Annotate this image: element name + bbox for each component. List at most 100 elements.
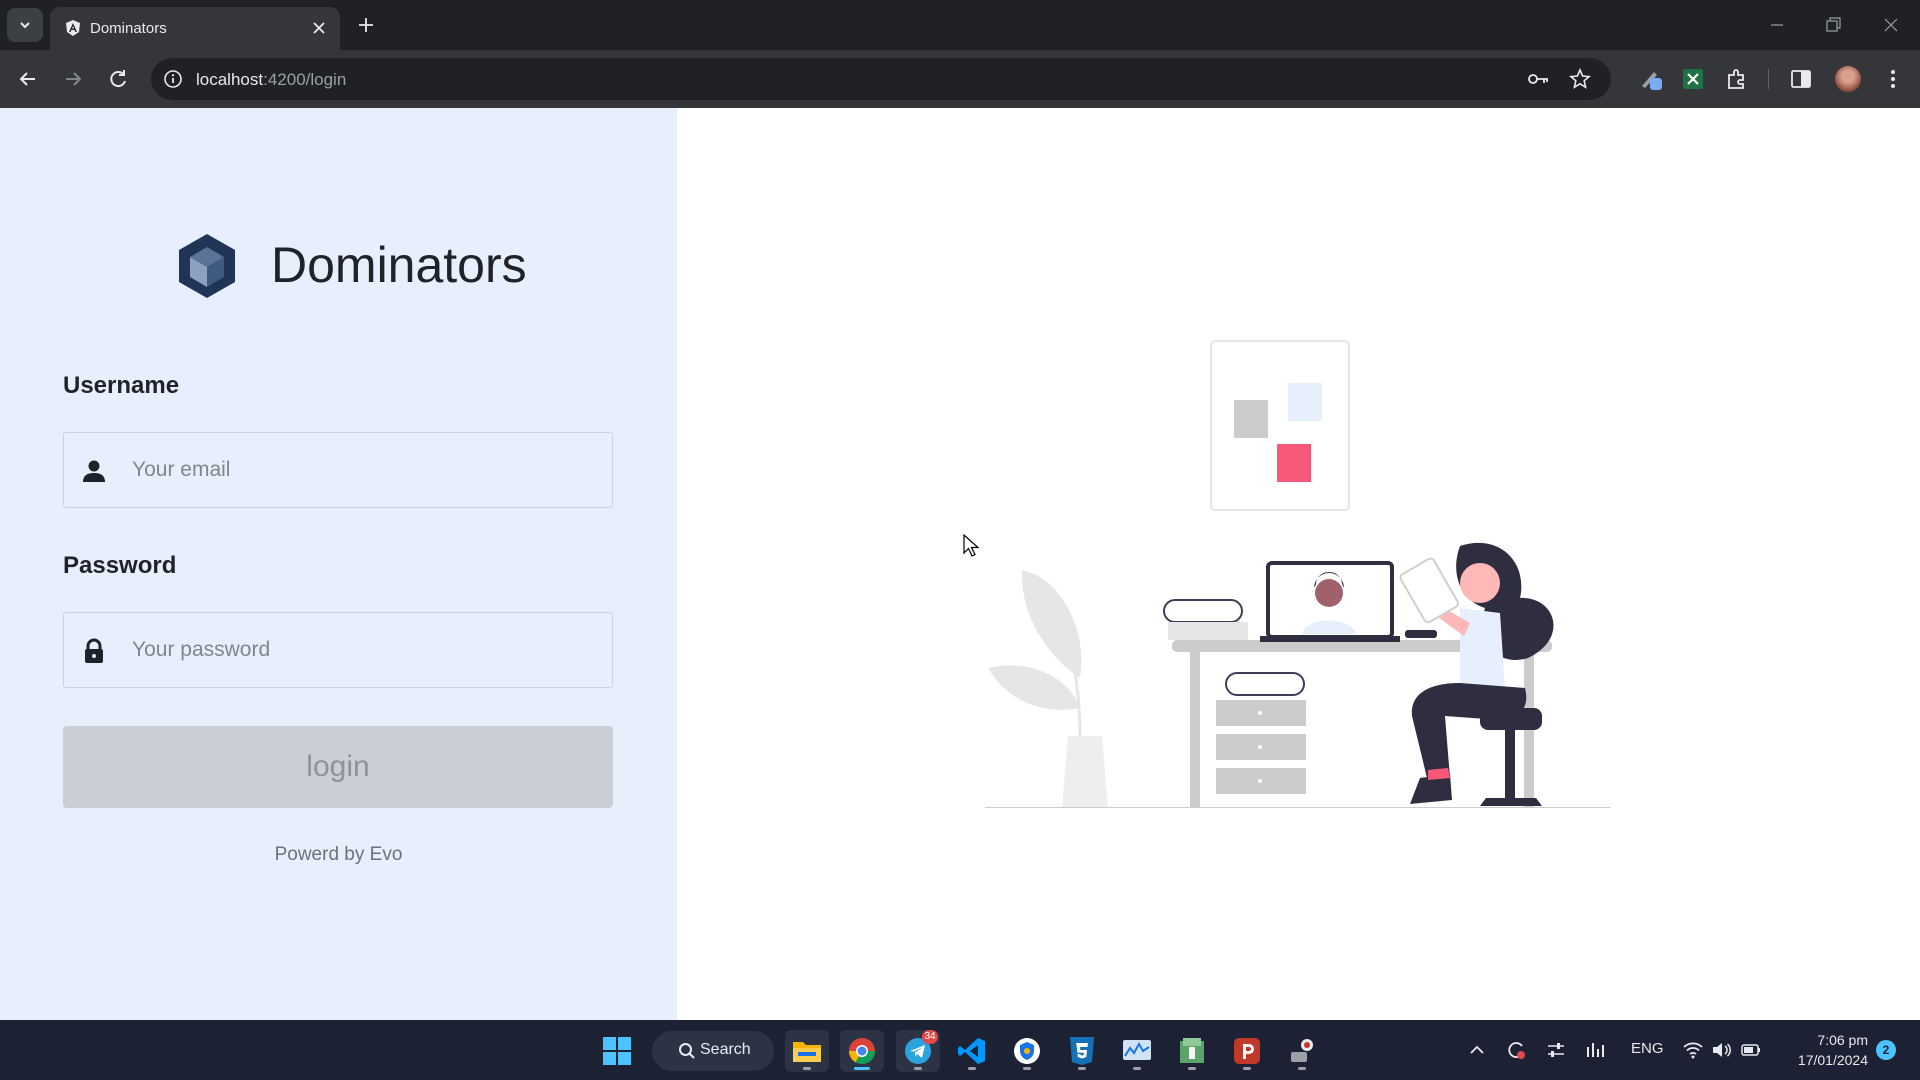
sync-alert-icon[interactable] (1505, 1039, 1527, 1061)
plant-leaf (988, 665, 1080, 710)
clock-time: 7:06 pm (1817, 1032, 1868, 1048)
side-panel-icon[interactable] (1788, 66, 1814, 92)
user-icon (83, 460, 105, 482)
laptop-base (1260, 636, 1400, 642)
running-indicator (1078, 1067, 1086, 1070)
close-tab-icon[interactable] (310, 19, 328, 37)
page-content: Dominators Username Password login Power… (0, 108, 1920, 1020)
tab-title: Dominators (90, 20, 167, 37)
shield-app-icon (1014, 1038, 1040, 1064)
angular-favicon-icon (66, 20, 80, 36)
browser-toolbar: localhost:4200/login (0, 50, 1920, 108)
woman-sock (1428, 768, 1450, 780)
running-indicator (1298, 1067, 1306, 1070)
username-field[interactable] (63, 432, 613, 508)
email-input[interactable] (132, 433, 602, 507)
taskbar-app-monitor[interactable] (1115, 1030, 1159, 1072)
address-bar[interactable]: localhost:4200/login (151, 58, 1611, 100)
desk-leg (1190, 652, 1200, 808)
woman-torso (1460, 608, 1505, 688)
site-info-icon[interactable] (163, 69, 183, 89)
chevron-down-icon (20, 22, 30, 29)
stool-seat (1480, 708, 1542, 730)
active-indicator (854, 1067, 870, 1070)
password-field[interactable] (63, 612, 613, 688)
show-hidden-icons-chevron-up-icon[interactable] (1466, 1039, 1488, 1061)
extension-pen-icon[interactable] (1638, 66, 1664, 92)
book (1168, 622, 1248, 640)
hexagon-logo-icon (179, 234, 235, 298)
new-tab-icon[interactable] (354, 13, 378, 37)
frame-square-light (1288, 383, 1322, 421)
folder-icon (793, 1042, 821, 1062)
minimize-icon[interactable] (1766, 14, 1788, 36)
drawer-knob (1258, 711, 1262, 715)
windows-taskbar: Search 34 ENG 7:06 pm 17/01/2024 2 (0, 1020, 1920, 1080)
running-indicator (914, 1067, 922, 1070)
lock-icon (85, 638, 103, 663)
taskbar-app-archive[interactable] (1170, 1030, 1214, 1072)
bookmark-star-icon[interactable] (1569, 68, 1591, 90)
taskbar-brave-vpn[interactable] (1005, 1030, 1049, 1072)
extensions-puzzle-icon[interactable] (1724, 66, 1750, 92)
taskbar-search-label: Search (700, 1041, 751, 1058)
css3-icon (1070, 1037, 1094, 1065)
mouse-cursor-icon (963, 534, 980, 557)
url-host: localhost (196, 70, 264, 89)
taskbar-postman[interactable] (1225, 1030, 1269, 1072)
stool-leg (1505, 728, 1515, 806)
taskbar-app-3[interactable] (1060, 1030, 1104, 1072)
taskbar-telegram[interactable]: 34 (896, 1030, 940, 1072)
book (1163, 599, 1243, 623)
running-indicator (1023, 1067, 1031, 1070)
wall-frame (1210, 340, 1350, 511)
performance-meter-icon[interactable] (1585, 1039, 1607, 1061)
battery-icon[interactable] (1740, 1039, 1762, 1061)
woman-head (1460, 563, 1500, 603)
login-button[interactable]: login (63, 726, 613, 808)
chrome-icon (848, 1038, 876, 1065)
profile-avatar[interactable] (1835, 66, 1861, 92)
taskbar-vscode[interactable] (950, 1030, 994, 1072)
start-button[interactable] (595, 1030, 639, 1072)
brand-title: Dominators (271, 237, 527, 293)
menu-more-icon[interactable] (1880, 66, 1906, 92)
volume-icon[interactable] (1710, 1039, 1732, 1061)
stool-base (1480, 798, 1542, 806)
running-indicator (1188, 1067, 1196, 1070)
password-input[interactable] (132, 613, 602, 687)
reload-icon[interactable] (105, 66, 131, 92)
system-clock[interactable]: 7:06 pm 17/01/2024 (1778, 1030, 1868, 1070)
login-panel: Dominators Username Password login Power… (0, 108, 677, 1020)
password-key-icon[interactable] (1527, 69, 1551, 89)
taskbar-app-tools[interactable] (1280, 1030, 1324, 1072)
drawer-knob (1258, 779, 1262, 783)
taskbar-chrome[interactable] (840, 1030, 884, 1072)
plant-vase (1062, 736, 1108, 808)
notification-count-badge[interactable]: 2 (1876, 1040, 1896, 1060)
wifi-icon[interactable] (1682, 1039, 1704, 1061)
archive-icon (1180, 1038, 1204, 1063)
close-window-icon[interactable] (1880, 14, 1902, 36)
desk-item (1405, 630, 1437, 638)
forward-icon[interactable] (60, 66, 86, 92)
sliders-icon[interactable] (1545, 1039, 1567, 1061)
running-indicator (1133, 1067, 1141, 1070)
taskbar-file-explorer[interactable] (785, 1030, 829, 1072)
tab-search-button[interactable] (7, 8, 43, 42)
taskbar-search[interactable]: Search (652, 1031, 774, 1071)
restore-icon[interactable] (1822, 14, 1844, 36)
telegram-badge: 34 (922, 1030, 938, 1044)
active-tab[interactable]: Dominators (50, 7, 340, 50)
frame-square-pink (1277, 444, 1311, 482)
resource-monitor-icon (1123, 1040, 1151, 1060)
back-icon[interactable] (15, 66, 41, 92)
input-language[interactable]: ENG (1631, 1040, 1664, 1057)
password-label: Password (63, 552, 177, 579)
extension-excel-icon[interactable] (1680, 66, 1706, 92)
url-text[interactable]: localhost:4200/login (196, 70, 346, 90)
tools-app-icon (1291, 1039, 1313, 1062)
drawer-knob (1258, 745, 1262, 749)
browser-tabstrip: Dominators (0, 0, 1920, 50)
powered-by-footer: Powerd by Evo (274, 844, 403, 865)
